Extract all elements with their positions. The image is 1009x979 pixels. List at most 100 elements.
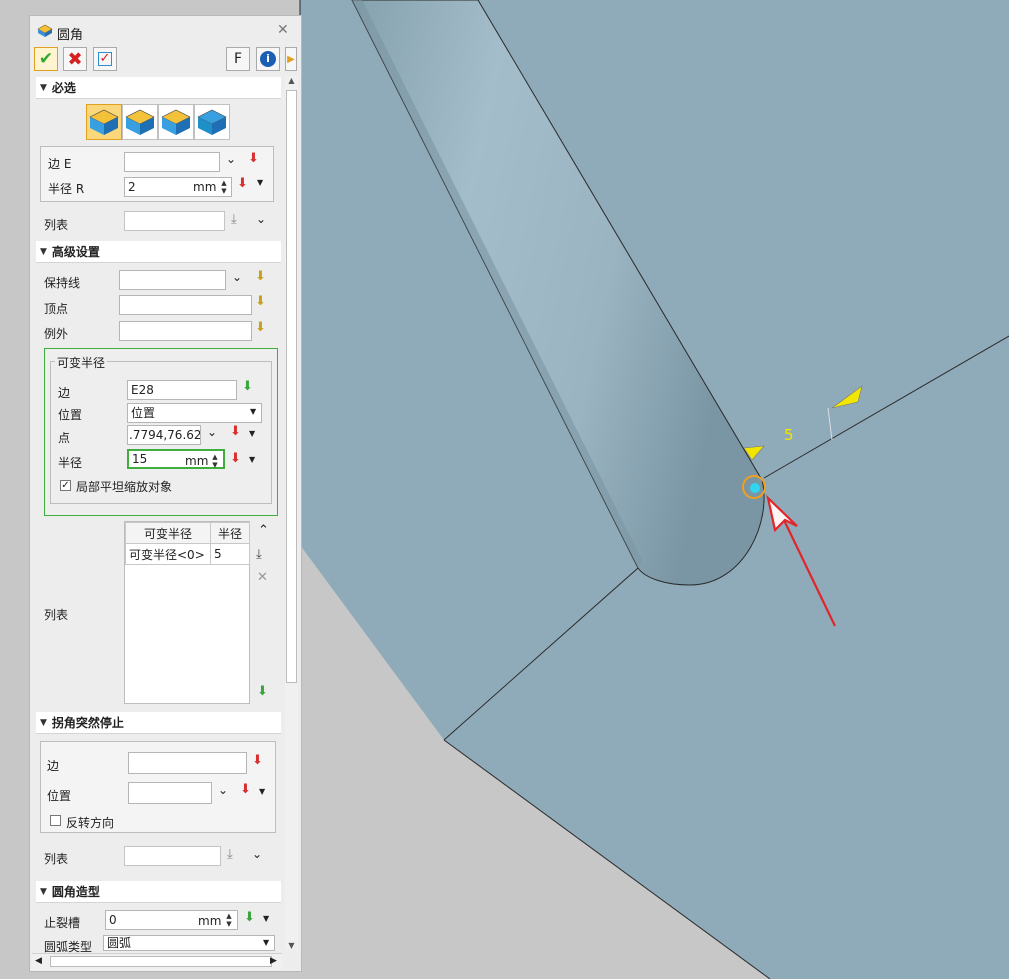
scale-checkbox-label: 局部平坦缩放对象 [76,480,173,494]
expand-down-icon[interactable]: ⌄ [207,425,217,439]
scale-checkbox[interactable]: ✓ [60,480,71,491]
expand-down-icon[interactable]: ⌄ [256,212,266,226]
scroll-left-icon[interactable]: ◀ [35,956,42,966]
ok-button[interactable]: ✔ [34,47,58,71]
cs-edge-input[interactable] [128,752,247,774]
exception-input[interactable] [119,321,252,341]
relief-unit: mm [198,914,222,928]
dialog-title: 圆角 [57,28,84,43]
spin-icon[interactable]: ▲ ▼ [211,453,219,469]
cs-list-input[interactable] [124,846,221,866]
dropdown-icon[interactable]: ▼ [257,178,263,187]
expand-down-icon[interactable]: ⌄ [232,270,242,284]
expand-down-icon[interactable]: ⌄ [218,783,228,797]
import-icon[interactable]: ⤓ [231,212,237,227]
vr-edge-input[interactable]: E28 [127,380,237,400]
scroll-right-icon[interactable]: ▶ [270,956,277,966]
collapse-icon: ▼ [40,246,47,257]
arc-type-select[interactable]: 圆弧 [103,935,275,951]
info-button[interactable]: i [256,47,280,71]
apply-button[interactable]: ✓ [93,47,117,71]
vr-position-label: 位置 [58,408,83,422]
exception-label: 例外 [44,327,69,341]
list-input[interactable] [124,211,225,231]
reverse-checkbox[interactable] [50,815,61,826]
pick-icon[interactable]: ⬇ [255,294,266,309]
move-up-icon[interactable]: ⌃ [258,523,269,538]
pick-icon[interactable]: ⬇ [240,782,251,797]
cancel-button[interactable]: ✖ [63,47,87,71]
vr-list-label: 列表 [44,608,69,622]
pick-icon[interactable]: ⬇ [230,451,241,466]
dropdown-icon[interactable]: ▼ [263,938,269,947]
variable-radius-table[interactable]: 可变半径 半径 可变半径<0> 5 [124,521,250,704]
section-header-advanced[interactable]: ▼ 高级设置 [36,241,281,263]
table-header: 可变半径 [125,522,211,544]
spin-icon[interactable]: ▲ ▼ [220,179,228,195]
vr-edge-label: 边 [58,386,71,400]
info-icon: i [260,51,276,67]
collapse-icon: ▼ [40,82,47,93]
scroll-up-icon[interactable]: ▲ [285,76,298,88]
vr-point-input[interactable]: .7794,76.6299 [127,425,201,445]
section-header-required[interactable]: ▼ 必选 [36,77,281,99]
pick-icon[interactable]: ⬇ [252,753,263,768]
scroll-thumb[interactable] [50,956,272,967]
section-title: 拐角突然停止 [51,716,124,730]
import-icon[interactable]: ⤓ [256,547,262,562]
pick-icon[interactable]: ⬇ [255,320,266,335]
import-icon[interactable]: ⤓ [227,847,233,862]
fillet-type-4-icon [197,109,227,135]
section-header-fillet-shape[interactable]: ▼ 圆角造型 [36,881,281,903]
pick-icon[interactable]: ⬇ [242,379,253,394]
feature-f-button[interactable]: F [226,47,250,71]
panel-scrollbar[interactable]: ▲ ▼ [285,76,298,950]
pick-icon[interactable]: ⬇ [257,684,268,699]
delete-icon[interactable]: ✕ [257,570,268,585]
pick-icon[interactable]: ⬇ [248,151,259,166]
table-row[interactable]: 可变半径<0> 5 [125,543,250,565]
point-marker-dot[interactable] [750,483,760,493]
vr-position-select[interactable]: 位置 [127,403,262,423]
expand-down-icon[interactable]: ⌄ [252,847,262,861]
collapse-icon: ▼ [40,886,47,897]
more-button[interactable]: ▶ [285,47,297,71]
radius-unit: mm [193,180,217,194]
dropdown-icon[interactable]: ▼ [249,455,255,464]
pick-icon[interactable]: ⬇ [230,424,241,439]
close-icon[interactable]: ✕ [277,22,289,38]
fillet-type-1-icon [89,109,119,135]
fillet-type-button[interactable] [158,104,194,140]
fillet-type-button[interactable] [194,104,230,140]
scroll-down-icon[interactable]: ▼ [285,941,298,950]
fillet-type-button[interactable] [122,104,158,140]
pick-icon[interactable]: ⬇ [244,910,255,925]
section-header-corner-stop[interactable]: ▼ 拐角突然停止 [36,712,281,734]
table-cell[interactable]: 可变半径<0> [125,543,211,565]
dropdown-icon[interactable]: ▼ [259,787,265,796]
vertex-label: 顶点 [44,302,69,316]
dropdown-icon[interactable]: ▼ [263,914,269,923]
horizontal-scrollbar[interactable]: ◀ ▶ [32,953,282,970]
scroll-thumb[interactable] [286,90,297,683]
cs-position-input[interactable] [128,782,212,804]
table-header: 半径 [210,522,250,544]
table-cell[interactable]: 5 [210,543,250,565]
expand-down-icon[interactable]: ⌄ [226,152,236,166]
cs-list-label: 列表 [44,852,69,866]
radius-annotation-text[interactable]: 5 [784,426,794,444]
edge-input[interactable] [124,152,220,172]
section-title: 必选 [51,81,76,95]
fillet-type-button[interactable] [86,104,122,140]
vertex-input[interactable] [119,295,252,315]
dropdown-icon[interactable]: ▼ [249,429,255,438]
pick-icon[interactable]: ⬇ [255,269,266,284]
keep-line-input[interactable] [119,270,226,290]
section-title: 圆角造型 [51,885,100,899]
dropdown-icon[interactable]: ▼ [250,407,256,416]
fillet-dialog: 圆角 ✕ ✔ ✖ ✓ F i ▶ ▲ ▼ ▼ 必选 边 E ⌄ ⬇ 半径 R 2… [29,15,302,972]
spin-icon[interactable]: ▲ ▼ [225,912,233,928]
pick-icon[interactable]: ⬇ [237,176,248,191]
fillet-type-3-icon [161,109,191,135]
vr-radius-label: 半径 [58,456,83,470]
